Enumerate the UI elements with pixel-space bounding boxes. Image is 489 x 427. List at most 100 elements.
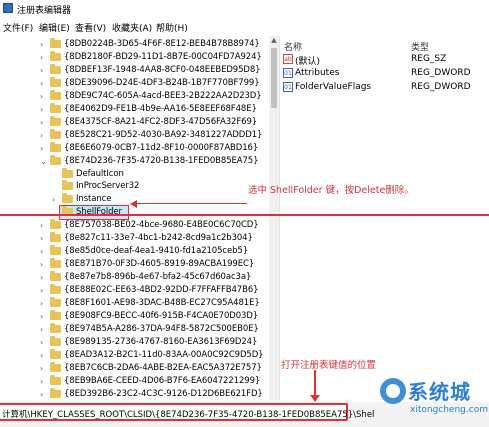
folder-icon	[50, 361, 61, 372]
folder-icon	[50, 309, 61, 320]
tree-node-label: {8E908FC9-BECC-40f6-915B-F4CA0E70D03D}	[64, 310, 259, 321]
menu-edit[interactable]: 编辑(E)	[39, 21, 70, 34]
chevron-right-icon[interactable]: ›	[40, 325, 43, 334]
chevron-right-icon[interactable]: ›	[40, 338, 43, 347]
tree-node-label: {8E989135-2736-4767-8160-EA3613F69D24}	[64, 336, 258, 347]
folder-icon	[50, 271, 61, 282]
menu-file[interactable]: 文件(F)	[3, 21, 33, 34]
watermark-url: xitongcheng.com	[410, 405, 488, 415]
chevron-right-icon[interactable]: ›	[40, 131, 43, 140]
folder-icon	[50, 284, 61, 295]
watermark-logo-icon	[380, 378, 406, 404]
value-name: (默认)	[295, 57, 321, 67]
value-type: REG_DWORD	[411, 68, 471, 78]
tree-node-label: {8EAD3A12-B2C1-11d0-83AA-00A0C92C9D5D}	[64, 349, 264, 360]
value-row[interactable]: 01 Attributes REG_DWORD	[281, 67, 489, 81]
scroll-thumb[interactable]	[271, 48, 277, 108]
chevron-right-icon[interactable]: ›	[40, 260, 43, 269]
chevron-right-icon[interactable]: ›	[40, 273, 43, 282]
chevron-right-icon[interactable]: ›	[40, 351, 43, 360]
folder-icon	[50, 102, 61, 113]
annotation-underline	[0, 214, 489, 216]
tree-node-label: {8DE39096-D24E-4DF3-B24B-1B7F770BF799}	[64, 77, 260, 88]
chevron-right-icon[interactable]: ›	[52, 195, 55, 204]
folder-icon	[50, 141, 61, 152]
folder-icon	[50, 232, 61, 243]
registry-tree[interactable]: › {8DB0224B-3D65-4F6F-8E12-BEB4B78B8974} ›…	[0, 36, 268, 400]
chevron-right-icon[interactable]: ›	[40, 221, 43, 230]
folder-icon	[50, 219, 61, 230]
chevron-right-icon[interactable]: ›	[40, 234, 43, 243]
chevron-right-icon[interactable]: ›	[40, 118, 43, 127]
tree-scrollbar[interactable]: ▲	[269, 36, 279, 400]
chevron-right-icon[interactable]: ›	[40, 286, 43, 295]
dword-value-icon: 01	[283, 68, 293, 78]
title-bar: 注册表编辑器	[0, 0, 489, 17]
window-title: 注册表编辑器	[17, 6, 72, 16]
tree-node-label: {8E4062D9-FE1B-4b9e-AA16-5E8EEF68F48E}	[64, 103, 257, 114]
tree-node-label: {8EB9BA6E-CEED-4D06-B7F6-EA6047221299}	[64, 375, 261, 386]
address-bar[interactable]: 计算机\HKEY_CLASSES_ROOT\CLSID\{8E74D236-7F…	[0, 403, 374, 421]
value-row[interactable]: 01 FolderValueFlags REG_DWORD	[281, 81, 489, 95]
tree-node-label: {8DE9C74C-605A-4acd-BEE3-2B222AA2D23D}	[64, 90, 262, 101]
folder-icon	[50, 63, 61, 74]
tree-node-label: {8e87e7b8-896b-4e67-bfa2-45c67d60ac3a}	[64, 272, 252, 283]
folder-icon	[50, 387, 61, 398]
scroll-up-arrow-icon[interactable]: ▲	[269, 36, 279, 46]
menu-help[interactable]: 帮助(H)	[156, 21, 188, 34]
chevron-right-icon[interactable]: ›	[40, 299, 43, 308]
tree-node[interactable]: › {8ED392B6-23C2-4C3C-9126-D12D6BE621FD}	[0, 387, 268, 400]
registry-path[interactable]: 计算机\HKEY_CLASSES_ROOT\CLSID\{8E74D236-7F…	[2, 408, 374, 420]
watermark-brand: 系统城	[408, 380, 471, 404]
folder-icon	[50, 76, 61, 87]
chevron-right-icon[interactable]: ›	[40, 390, 43, 399]
chevron-right-icon[interactable]: ›	[40, 312, 43, 321]
tree-node-label: {8DB2180F-BD29-11D1-8B7E-00C04FD7A924}	[64, 51, 262, 62]
folder-icon	[50, 154, 61, 165]
annotation-arrow-icon	[130, 200, 137, 208]
chevron-right-icon[interactable]: ›	[40, 247, 43, 256]
chevron-right-icon[interactable]: ›	[40, 105, 43, 114]
folder-icon	[62, 193, 73, 204]
tree-node-label: {8DB0224B-3D65-4F6F-8E12-BEB4B78B8974}	[64, 39, 260, 49]
menu-favorites[interactable]: 收藏夹(A)	[112, 21, 152, 34]
chevron-right-icon[interactable]: ›	[40, 364, 43, 373]
tree-node-label: {8E757038-BE02-4bce-9680-E4BE0C6C70CD}	[64, 220, 259, 231]
tree-node-label: DefaultIcon	[76, 168, 124, 179]
watermark: 系统城 xitongcheng.com	[380, 372, 489, 427]
chevron-right-icon[interactable]: ›	[40, 92, 43, 101]
annotation-select-hint: 选中 ShellFolder 键，按Delete删除。	[248, 185, 414, 196]
folder-icon	[50, 258, 61, 269]
annotation-down-arrow-icon	[310, 395, 320, 402]
chevron-right-icon[interactable]: ›	[40, 377, 43, 386]
folder-icon	[50, 50, 61, 61]
tree-node-label: InProcServer32	[76, 181, 140, 192]
dword-value-icon: 01	[283, 82, 293, 92]
value-name: Attributes	[295, 68, 340, 78]
column-header-type[interactable]: 类型	[411, 40, 429, 53]
folder-icon	[50, 348, 61, 359]
pane-divider[interactable]	[279, 36, 280, 400]
chevron-right-icon[interactable]: ›	[40, 144, 43, 153]
chevron-right-icon[interactable]: ›	[40, 40, 43, 49]
chevron-down-icon[interactable]: ⌄	[40, 157, 47, 166]
value-type: REG_SZ	[411, 54, 447, 64]
chevron-right-icon[interactable]: ›	[40, 79, 43, 88]
tree-node-label: {8E974B5A-A286-37DA-94F8-5872C500EB0E}	[64, 323, 259, 334]
tree-node-label: Instance	[76, 194, 112, 205]
tree-node-label: {8E74D236-7F35-4720-B138-1FED0B85EA75}	[64, 155, 259, 166]
tree-node-label: {8E871B70-0F3D-4605-8919-89ACBA199EC}	[64, 259, 255, 270]
chevron-right-icon[interactable]: ›	[40, 53, 43, 62]
chevron-right-icon[interactable]: ›	[40, 66, 43, 75]
value-row[interactable]: ab (默认) REG_SZ	[281, 53, 489, 67]
folder-icon	[50, 322, 61, 333]
column-header-name[interactable]: 名称	[284, 40, 302, 53]
tree-node-label: {8E8F1601-AE98-3DAC-B48B-EC27C95A481E}	[64, 298, 260, 308]
annotation-arrow-line	[314, 370, 316, 396]
value-name: FolderValueFlags	[295, 82, 372, 92]
tree-node-label: {8E4375CF-8A21-4FC2-8DF3-47D56FA32F69}	[64, 116, 258, 127]
tree-node-label: {8EB7C6CB-2DA6-4ABE-B2EA-EAC5A372E757}	[64, 362, 262, 373]
tree-node-label: {8ED392B6-23C2-4C3C-9126-D12D6BE621FD}	[64, 388, 263, 399]
tree-node-label: {8E528C21-9D52-4030-BA92-3481227ADDD1}	[64, 129, 263, 140]
menu-view[interactable]: 查看(V)	[75, 21, 106, 34]
